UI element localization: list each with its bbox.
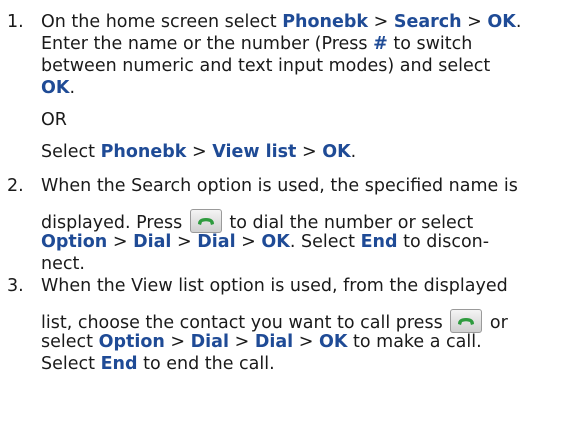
menu-option: Option	[98, 332, 165, 352]
menu-dial: Dial	[254, 332, 294, 352]
step-1-alt-line: Select Phonebk > View list > OK.	[41, 142, 357, 162]
step-3-line-4: Select End to end the call.	[41, 354, 275, 374]
key-ok: OK	[487, 12, 516, 32]
step-number: 3.	[7, 276, 24, 296]
key-ok: OK	[319, 332, 348, 352]
step-1-line-1: On the home screen select Phonebk > Sear…	[41, 12, 522, 32]
key-ok: OK	[322, 142, 351, 162]
step-2-line-4: nect.	[41, 254, 85, 274]
menu-view-list: View list	[212, 142, 297, 162]
step-3-line-3: select Option > Dial > Dial > OK to make…	[41, 332, 482, 352]
key-end: End	[100, 354, 138, 374]
menu-dial: Dial	[133, 232, 172, 252]
step-1-line-4: OK.	[41, 78, 76, 98]
menu-dial: Dial	[197, 232, 236, 252]
key-ok: OK	[41, 78, 70, 98]
step-1-line-2: Enter the name or the number (Press # to…	[41, 34, 473, 54]
key-end: End	[360, 232, 398, 252]
menu-search: Search	[393, 12, 462, 32]
or-label: OR	[41, 110, 67, 130]
call-key-icon	[450, 309, 483, 333]
call-key-icon	[189, 209, 222, 233]
step-2-line-3: Option > Dial > Dial > OK. Select End to…	[41, 232, 490, 252]
key-ok: OK	[261, 232, 290, 252]
step-3-line-1: When the View list option is used, from …	[41, 276, 508, 296]
step-number: 1.	[7, 12, 24, 32]
menu-option: Option	[41, 232, 108, 252]
step-2-line-1: When the Search option is used, the spec…	[41, 176, 518, 196]
menu-dial: Dial	[190, 332, 229, 352]
step-number: 2.	[7, 176, 24, 196]
key-hash: #	[373, 34, 388, 54]
menu-phonebk: Phonebk	[282, 12, 369, 32]
step-1-line-3: between numeric and text input modes) an…	[41, 56, 491, 76]
menu-phonebk: Phonebk	[100, 142, 187, 162]
